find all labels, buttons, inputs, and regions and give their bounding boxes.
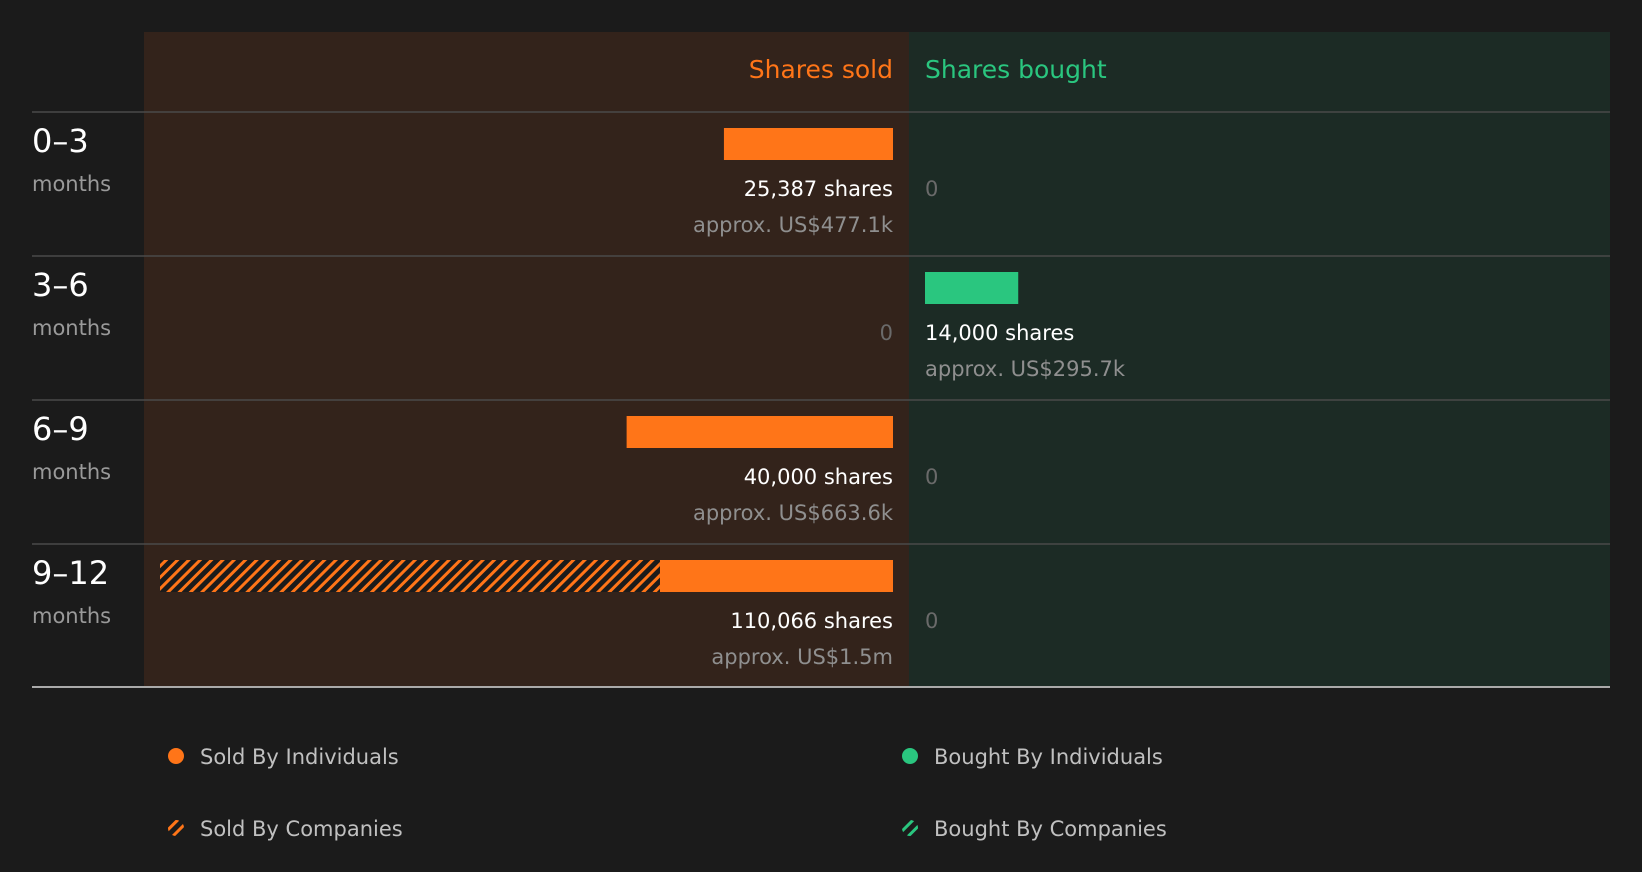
period-label: 6–9 bbox=[32, 410, 89, 448]
legend-solid-dot-icon bbox=[902, 748, 918, 764]
bought-individuals-bar bbox=[925, 272, 1019, 304]
sold-companies-bar bbox=[160, 560, 660, 592]
period-unit: months bbox=[32, 172, 111, 196]
legend-label: Bought By Companies bbox=[934, 817, 1167, 841]
legend-hatched-dot-icon bbox=[902, 820, 918, 836]
bought-column-header: Shares bought bbox=[925, 55, 1107, 84]
period-label: 0–3 bbox=[32, 122, 89, 160]
sold-shares-label: 110,066 shares bbox=[730, 609, 893, 633]
sold-individuals-bar bbox=[723, 128, 893, 160]
sold-shares-label: 25,387 shares bbox=[744, 177, 893, 201]
bought-value-label: approx. US$295.7k bbox=[925, 357, 1126, 381]
period-label: 3–6 bbox=[32, 266, 89, 304]
sold-value-label: approx. US$663.6k bbox=[693, 501, 894, 525]
sold-zero-label: 0 bbox=[880, 321, 893, 345]
sold-individuals-bar bbox=[626, 416, 893, 448]
legend-label: Sold By Individuals bbox=[200, 745, 399, 769]
legend-item: Sold By Individuals bbox=[168, 745, 399, 769]
sold-shares-label: 40,000 shares bbox=[744, 465, 893, 489]
sold-value-label: approx. US$1.5m bbox=[711, 645, 893, 669]
sold-individuals-bar bbox=[659, 560, 893, 592]
legend-item: Bought By Individuals bbox=[902, 745, 1163, 769]
bought-zero-label: 0 bbox=[925, 177, 938, 201]
legend-item: Bought By Companies bbox=[902, 817, 1167, 841]
legend-solid-dot-icon bbox=[168, 748, 184, 764]
period-unit: months bbox=[32, 604, 111, 628]
bought-shares-label: 14,000 shares bbox=[925, 321, 1074, 345]
legend: Sold By Individuals Sold By Companies Boug… bbox=[168, 745, 1167, 841]
bought-zero-label: 0 bbox=[925, 609, 938, 633]
period-unit: months bbox=[32, 316, 111, 340]
legend-label: Bought By Individuals bbox=[934, 745, 1163, 769]
sold-column-header: Shares sold bbox=[749, 55, 893, 84]
legend-item: Sold By Companies bbox=[168, 817, 403, 841]
bought-zero-label: 0 bbox=[925, 465, 938, 489]
legend-hatched-dot-icon bbox=[168, 820, 184, 836]
period-label: 9–12 bbox=[32, 554, 109, 592]
period-unit: months bbox=[32, 460, 111, 484]
insider-trading-chart: Shares sold Shares bought 0–3 months 25,38… bbox=[32, 32, 1610, 841]
legend-label: Sold By Companies bbox=[200, 817, 403, 841]
sold-value-label: approx. US$477.1k bbox=[693, 213, 894, 237]
